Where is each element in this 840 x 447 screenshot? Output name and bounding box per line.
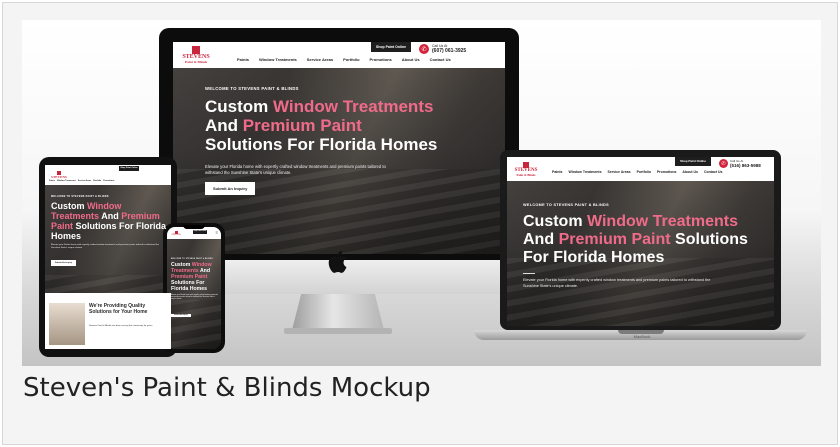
tablet-device: STEVENS Shop Paint Online Paints Window … [39,157,177,357]
nav-about-us[interactable]: About Us [402,57,420,62]
tablet-hero: WELCOME TO STEVENS PAINT & BLINDS Custom… [51,195,167,266]
phone-logo[interactable]: STEVENS [170,230,182,236]
phone-hero: WELCOME TO STEVENS PAINT & BLINDS Custom… [171,259,218,317]
nav-portfolio[interactable]: Portfolio [343,57,359,62]
hero-headline: Custom Window Treatments And Premium Pai… [205,97,438,154]
tablet-cta-button[interactable]: Submit An Inquiry [51,260,77,266]
site-logo[interactable]: STEVENS Paint & Blinds [179,46,213,64]
tablet-site-header: STEVENS Shop Paint Online Paints Window … [45,165,171,185]
shop-paint-button[interactable]: Shop Paint Online [371,42,411,52]
tablet-section-image [49,303,85,345]
phone-number: (607) 061-3925 [432,48,467,54]
nav-paints[interactable]: Paints [237,57,249,62]
imac-foot [284,328,392,334]
nav-service-areas[interactable]: Service Areas [307,57,333,62]
laptop-screen: STEVENS Paint & Blinds Paints Window Tre… [507,157,774,326]
imac-site-header: STEVENS Paint & Blinds Paints Window Tre… [173,42,505,68]
hero-description: Elevate your Florida home with expertly … [205,164,386,175]
phone-headline: Custom Window Treatments And Premium Pai… [171,262,212,292]
laptop-device: STEVENS Paint & Blinds Paints Window Tre… [500,150,781,330]
hero-eyebrow: WELCOME TO STEVENS PAINT & BLINDS [205,86,299,91]
imac-screen: STEVENS Paint & Blinds Paints Window Tre… [173,42,505,254]
phone-screen: STEVENS Shop Paint Online ≡ WELCOME TO S… [167,227,221,349]
laptop-headline: Custom Window Treatments And Premium Pai… [523,213,748,266]
imac-nav: Paints Window Treatments Service Areas P… [237,57,451,62]
hamburger-menu-icon[interactable]: ≡ [216,231,218,235]
phone-icon: ✆ [719,159,728,168]
laptop-phone[interactable]: ✆ Call Us At (516) 863-5988 [719,159,761,168]
logo-mark-icon [192,46,200,54]
nav-promotions[interactable]: Promotions [370,57,392,62]
laptop-shop-button[interactable]: Shop Paint Online [675,157,711,166]
tablet-section-heading: We're Providing Quality Solutions for Yo… [89,303,148,315]
nav-contact-us[interactable]: Contact Us [430,57,451,62]
phone-notch [183,225,205,229]
phone-shop-button[interactable]: Shop Paint Online [193,230,207,234]
tablet-logo[interactable]: STEVENS [49,171,69,179]
laptop-site-header: STEVENS Paint & Blinds Paints Window Tre… [507,157,774,181]
nav-window-treatments[interactable]: Window Treatments [259,57,297,62]
logo-sub: Paint & Blinds [184,60,208,64]
tablet-quality-section: We're Providing Quality Solutions for Yo… [45,293,171,349]
phone-cta-button[interactable]: Submit An Inquiry [171,313,191,317]
laptop-nav: Paints Window Treatments Service Areas P… [552,170,723,174]
tablet-nav: Paints Window Treatments Service Areas P… [49,180,115,182]
imac-hero: WELCOME TO STEVENS PAINT & BLINDS Custom… [205,86,495,195]
phone-device: STEVENS Shop Paint Online ≡ WELCOME TO S… [163,223,225,353]
device-mockup-image: STEVENS Paint & Blinds Paints Window Tre… [22,20,821,366]
imac-stand [292,294,384,330]
tablet-shop-button[interactable]: Shop Paint Online [119,166,139,171]
laptop-hero: WELCOME TO STEVENS PAINT & BLINDS Custom… [523,203,763,289]
tablet-section-copy: Stevens Paint & Blinds has been serving … [89,325,153,327]
tablet-headline: Custom Window Treatments And Premium Pai… [51,201,167,241]
mockup-card: STEVENS Paint & Blinds Paints Window Tre… [2,2,838,445]
tablet-screen: STEVENS Shop Paint Online Paints Window … [45,165,171,349]
phone-icon: ✆ [419,44,429,54]
mockup-caption: Steven's Paint & Blinds Mockup [23,373,431,403]
submit-inquiry-button[interactable]: Submit An Inquiry [205,182,256,195]
imac-phone[interactable]: ✆ Call Us At (607) 061-3925 [419,44,466,54]
laptop-logo[interactable]: STEVENS Paint & Blinds [512,161,540,177]
apple-logo-icon [328,250,347,273]
laptop-brand-label: MacBook [633,334,651,339]
